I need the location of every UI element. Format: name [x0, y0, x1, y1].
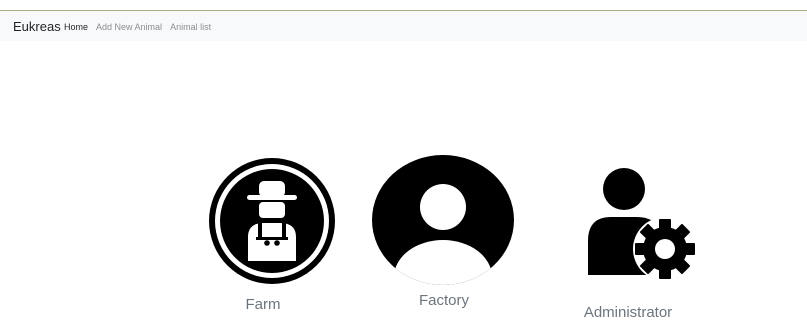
- nav-link-add-new-animal[interactable]: Add New Animal: [96, 21, 162, 33]
- nav-link-home[interactable]: Home: [64, 21, 88, 33]
- nav-link-animal-list[interactable]: Animal list: [170, 21, 211, 33]
- navbar: Eukreas Home Add New Animal Animal list: [0, 11, 807, 41]
- administrator-label[interactable]: Administrator: [584, 304, 672, 321]
- farm-card[interactable]: [208, 157, 336, 285]
- admin-gear-icon: [588, 168, 695, 281]
- administrator-card[interactable]: [585, 163, 695, 281]
- factory-label[interactable]: Factory: [419, 292, 469, 309]
- factory-card[interactable]: [370, 153, 516, 287]
- user-profile-icon: [372, 155, 514, 285]
- brand-logo[interactable]: Eukreas: [13, 19, 61, 35]
- farmer-icon: [209, 158, 335, 284]
- nav-links: Home Add New Animal Animal list: [64, 21, 211, 33]
- farm-label[interactable]: Farm: [246, 296, 281, 313]
